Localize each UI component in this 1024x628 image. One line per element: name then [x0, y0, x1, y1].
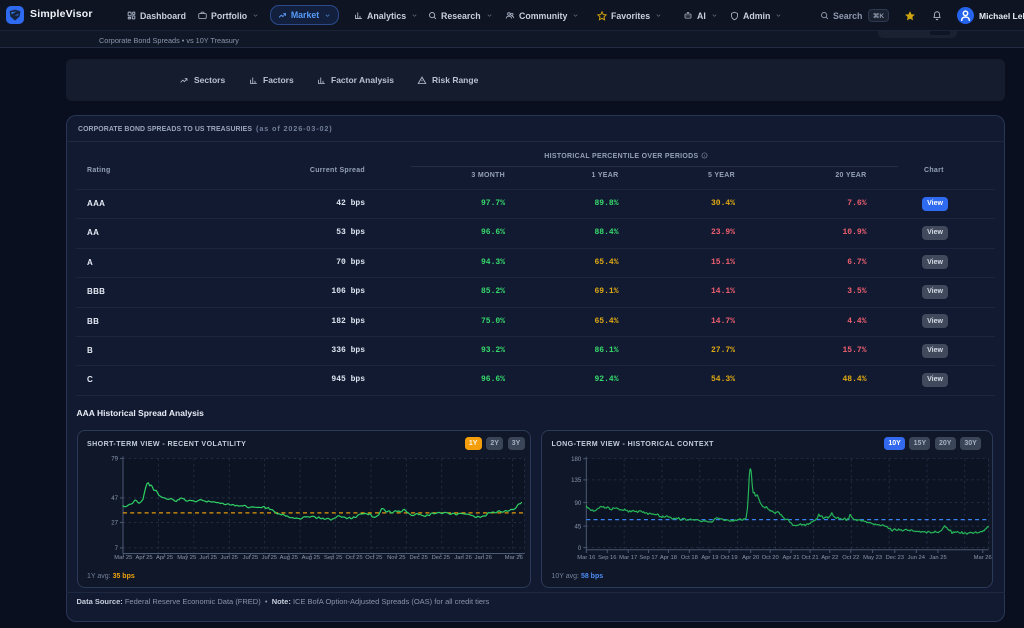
svg-text:45: 45: [575, 523, 582, 530]
svg-text:May 23: May 23: [863, 554, 882, 560]
svg-text:Oct 19: Oct 19: [721, 554, 738, 560]
svg-text:Oct 22: Oct 22: [842, 554, 859, 560]
svg-text:Mar 26: Mar 26: [974, 554, 992, 560]
svg-text:27: 27: [111, 519, 118, 526]
svg-text:7: 7: [114, 545, 118, 552]
svg-text:Apr 18: Apr 18: [660, 554, 677, 560]
svg-text:180: 180: [571, 455, 582, 462]
svg-text:Mar 17: Mar 17: [619, 554, 637, 560]
svg-text:Nov 25: Nov 25: [387, 554, 405, 560]
svg-text:May 25: May 25: [177, 554, 196, 560]
svg-text:Mar 25: Mar 25: [114, 554, 132, 560]
svg-text:Jul 25: Jul 25: [261, 554, 276, 560]
svg-text:Dec 25: Dec 25: [431, 554, 449, 560]
svg-text:0: 0: [578, 544, 582, 551]
svg-text:47: 47: [111, 495, 118, 502]
svg-text:Oct 21: Oct 21: [802, 554, 819, 560]
svg-text:Apr 25: Apr 25: [135, 554, 152, 560]
svg-text:Jul 25: Jul 25: [242, 554, 257, 560]
svg-text:Mar 16: Mar 16: [577, 554, 595, 560]
svg-text:Jan 25: Jan 25: [929, 554, 946, 560]
svg-text:Jan 26: Jan 26: [474, 554, 491, 560]
svg-text:Apr 25: Apr 25: [156, 554, 173, 560]
svg-text:Jun 25: Jun 25: [199, 554, 216, 560]
svg-text:Oct 25: Oct 25: [345, 554, 362, 560]
svg-text:Sep 25: Sep 25: [324, 554, 342, 560]
svg-text:90: 90: [575, 499, 582, 506]
svg-text:Jan 26: Jan 26: [454, 554, 471, 560]
svg-text:Dec 25: Dec 25: [409, 554, 427, 560]
svg-text:Sep 17: Sep 17: [639, 554, 657, 560]
svg-text:Aug 25: Aug 25: [279, 554, 297, 560]
svg-text:Apr 21: Apr 21: [782, 554, 799, 560]
svg-text:Jun 24: Jun 24: [908, 554, 926, 560]
svg-text:79: 79: [111, 455, 118, 462]
svg-text:Apr 20: Apr 20: [742, 554, 759, 560]
svg-text:Dec 23: Dec 23: [886, 554, 904, 560]
svg-text:Oct 18: Oct 18: [681, 554, 698, 560]
svg-text:Oct 25: Oct 25: [365, 554, 382, 560]
svg-text:Mar 26: Mar 26: [504, 554, 522, 560]
svg-text:Oct 20: Oct 20: [762, 554, 779, 560]
svg-text:Jun 25: Jun 25: [220, 554, 237, 560]
svg-text:Aug 25: Aug 25: [301, 554, 319, 560]
svg-text:Sep 16: Sep 16: [598, 554, 616, 560]
svg-text:Apr 22: Apr 22: [821, 554, 838, 560]
svg-text:135: 135: [571, 477, 582, 484]
svg-text:Apr 19: Apr 19: [701, 554, 718, 560]
